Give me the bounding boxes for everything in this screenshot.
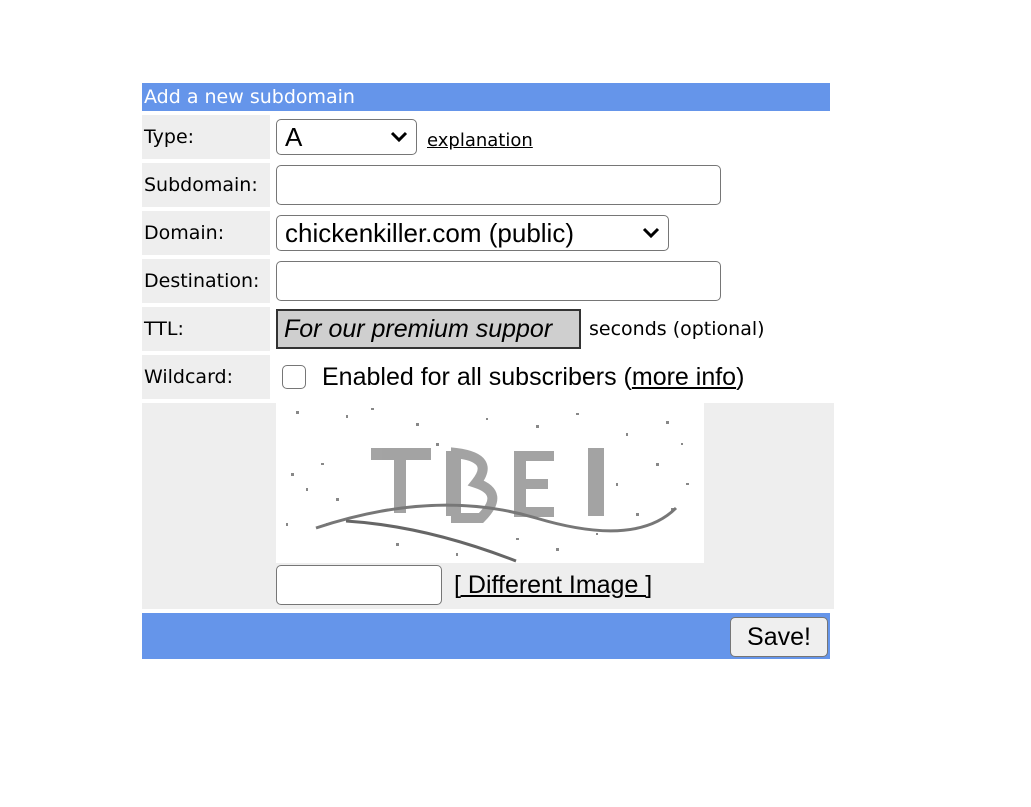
ttl-row: TTL: For our premium suppor seconds (opt… <box>142 307 834 351</box>
captcha-row: TBEI [ Different Image ] <box>142 403 834 609</box>
more-info-link[interactable]: more info <box>632 363 736 392</box>
different-image-link[interactable]: [ Different Image ] <box>454 571 652 600</box>
domain-select[interactable]: chickenkiller.com (public) <box>276 215 669 251</box>
ttl-input[interactable]: For our premium suppor <box>276 309 581 349</box>
explanation-link[interactable]: explanation <box>427 130 533 151</box>
add-subdomain-form: Add a new subdomain Type: A explanation … <box>142 83 834 659</box>
destination-input[interactable] <box>276 261 721 301</box>
domain-label: Domain: <box>142 211 270 255</box>
wildcard-text-end: ) <box>736 362 745 391</box>
type-label: Type: <box>142 115 270 159</box>
ttl-label: TTL: <box>142 307 270 351</box>
domain-selected-value: chickenkiller.com (public) <box>285 217 574 248</box>
subdomain-input[interactable] <box>276 165 721 205</box>
captcha-image: TBEI <box>276 403 704 563</box>
subdomain-row: Subdomain: <box>142 163 834 207</box>
form-header: Add a new subdomain <box>142 83 830 111</box>
domain-row: Domain: chickenkiller.com (public) <box>142 211 834 255</box>
ttl-suffix: seconds (optional) <box>589 318 765 340</box>
wildcard-checkbox[interactable] <box>282 365 306 389</box>
save-button[interactable]: Save! <box>730 617 828 657</box>
destination-label: Destination: <box>142 259 270 303</box>
destination-row: Destination: <box>142 259 834 303</box>
chevron-down-icon <box>390 127 408 148</box>
wildcard-text: Enabled for all subscribers ( <box>322 362 632 391</box>
wildcard-label: Wildcard: <box>142 355 270 399</box>
captcha-input[interactable] <box>276 565 442 605</box>
type-selected-value: A <box>285 121 303 152</box>
type-row: Type: A explanation <box>142 115 834 159</box>
form-footer: Save! <box>142 613 830 659</box>
subdomain-label: Subdomain: <box>142 163 270 207</box>
wildcard-row: Wildcard: Enabled for all subscribers (m… <box>142 355 834 399</box>
type-select[interactable]: A <box>276 119 417 155</box>
chevron-down-icon <box>642 223 660 244</box>
